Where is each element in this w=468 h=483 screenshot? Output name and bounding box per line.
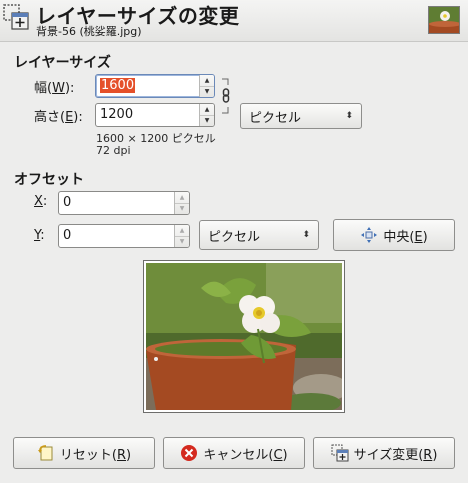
dialog-subtitle: 背景-56 (桃娑羅.jpg) [36, 25, 142, 38]
height-decrement-button[interactable]: ▼ [200, 114, 214, 127]
width-label: 幅(W): [34, 81, 75, 96]
resolution-info: 72 dpi [96, 144, 131, 157]
center-button-label: 中央(E) [383, 229, 428, 245]
chevron-updown-icon: ⬍ [302, 229, 310, 240]
height-label: 高さ(E): [34, 110, 83, 125]
layer-preview-image [146, 263, 342, 410]
resize-button[interactable]: サイズ変更(R) [313, 437, 455, 469]
offset-y-decrement-button[interactable]: ▼ [175, 235, 189, 248]
center-button[interactable]: 中央(E) [333, 219, 455, 251]
offset-y-spinbox[interactable]: 0 ▲ ▼ [58, 224, 190, 248]
size-unit-select[interactable]: ピクセル ⬍ [240, 103, 362, 129]
cancel-button-label: キャンセル(C) [203, 447, 288, 463]
center-arrows-icon [360, 226, 378, 244]
height-spinbox[interactable]: 1200 ▲ ▼ [95, 103, 215, 127]
size-unit-value: ピクセル [249, 110, 302, 126]
chevron-updown-icon: ⬍ [345, 110, 353, 121]
width-spinbox[interactable]: 1600 ▲ ▼ [95, 74, 215, 98]
offset-y-input[interactable]: 0 [59, 225, 174, 247]
offset-x-spinbox[interactable]: 0 ▲ ▼ [58, 191, 190, 215]
chain-link-icon[interactable] [220, 76, 232, 116]
width-increment-button[interactable]: ▲ [200, 75, 214, 86]
cancel-button[interactable]: キャンセル(C) [163, 437, 305, 469]
offset-preview[interactable] [143, 260, 345, 413]
layer-size-section-title: レイヤーサイズ [14, 55, 111, 71]
layer-resize-icon [3, 4, 29, 30]
offset-x-increment-button[interactable]: ▲ [175, 192, 189, 203]
offset-x-label: X: [34, 194, 48, 209]
offset-y-increment-button[interactable]: ▲ [175, 225, 189, 236]
offset-unit-select[interactable]: ピクセル ⬍ [199, 220, 319, 250]
layer-thumbnail [428, 6, 460, 34]
height-input[interactable]: 1200 [96, 104, 199, 126]
layer-resize-icon [331, 444, 349, 462]
offset-section-title: オフセット [14, 172, 84, 188]
offset-x-decrement-button[interactable]: ▼ [175, 202, 189, 215]
width-decrement-button[interactable]: ▼ [200, 85, 214, 98]
reset-button-label: リセット(R) [59, 447, 132, 463]
cancel-icon [180, 444, 198, 462]
offset-y-label: Y: [34, 228, 45, 243]
height-increment-button[interactable]: ▲ [200, 104, 214, 115]
reset-icon [37, 444, 55, 462]
width-input[interactable]: 1600 [96, 75, 199, 97]
resize-button-label: サイズ変更(R) [353, 447, 438, 463]
reset-button[interactable]: リセット(R) [13, 437, 155, 469]
offset-unit-value: ピクセル [208, 229, 261, 245]
offset-x-input[interactable]: 0 [59, 192, 174, 214]
